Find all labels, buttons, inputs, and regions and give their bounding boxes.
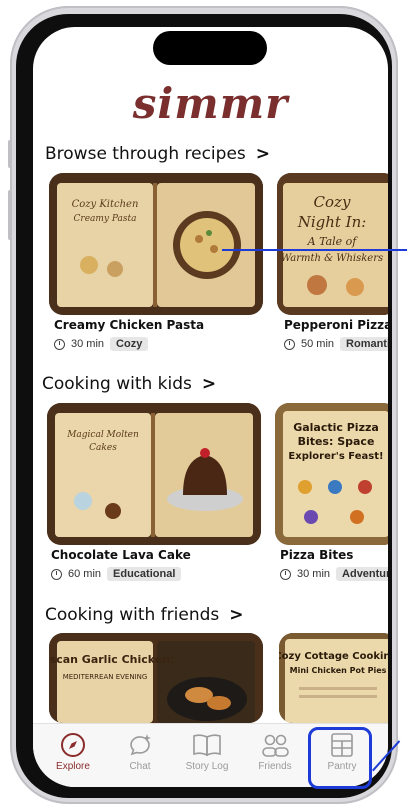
mood-tag: Adventure [336,567,388,581]
recipe-card-image[interactable]: Tuscan Garlic Chicken: MEDITERREAN EVENI… [49,633,263,723]
svg-text:Warmth & Whiskers: Warmth & Whiskers [281,253,383,264]
side-button [8,190,12,240]
mood-tag: Cozy [110,337,149,351]
nav-item-friends[interactable]: Friends [245,732,305,772]
recipe-card-name[interactable]: Chocolate Lava Cake [51,548,191,562]
cook-time: 60 min [68,568,102,580]
chevron-right-icon[interactable]: > [229,605,243,625]
nav-label: Friends [258,761,292,772]
recipe-card-image[interactable]: Cozy Cottage Cooking: Mini Chicken Pot P… [279,633,388,723]
svg-text:Cakes: Cakes [89,443,117,453]
section-title-text: Cooking with friends [45,605,220,625]
recipe-book-illustration: Cozy Cottage Cooking: Mini Chicken Pot P… [279,633,388,723]
nav-label: Explore [56,761,90,772]
recipe-card-name[interactable]: Pizza Bites [280,548,353,562]
app-screen: simmr Browse through recipes > Cozy Kitch… [33,27,388,787]
nav-item-explore[interactable]: Explore [43,732,103,772]
nav-item-chat[interactable]: Chat [110,732,170,772]
recipe-card-meta: 60 min Educational [51,567,182,581]
recipe-card-name[interactable]: Pepperoni Pizza [284,318,388,332]
recipe-book-illustration: Tuscan Garlic Chicken: MEDITERREAN EVENI… [49,633,263,723]
svg-text:Night In:: Night In: [297,213,367,231]
dynamic-island [153,31,267,65]
section-title-friends[interactable]: Cooking with friends > [45,605,244,625]
recipe-card-image[interactable]: Cozy Kitchen Creamy Pasta [49,173,263,315]
annotation-line [222,249,407,251]
nav-label: Story Log [185,761,229,772]
book-icon [193,734,221,757]
compass-icon [61,733,85,757]
svg-text:Bites: Space: Bites: Space [298,435,375,448]
cook-time: 30 min [297,568,331,580]
section-title-text: Cooking with kids [42,374,192,394]
recipe-book-illustration: Magical Molten Cakes [47,403,261,545]
recipe-book-illustration: Cozy Kitchen Creamy Pasta [49,173,263,315]
clock-icon [280,568,291,580]
svg-text:Magical Molten: Magical Molten [66,430,139,440]
app-logo: simmr [132,79,289,128]
cook-time: 50 min [301,338,335,350]
cover-subtext: Mini Chicken Pot Pies [290,666,387,675]
recipe-card-meta: 30 min Cozy [54,337,149,351]
mood-tag: Educational [107,567,182,581]
recipe-book-illustration: Cozy Night In: A Tale of Warmth & Whiske… [277,173,388,315]
section-title-text: Browse through recipes [45,144,246,164]
svg-text:Galactic Pizza: Galactic Pizza [293,421,379,434]
cover-subtext: MEDITERREAN EVENING [63,673,148,681]
recipe-card-meta: 50 min Romantic [284,337,388,351]
recipe-card-image[interactable]: Galactic Pizza Bites: Space Explorer's F… [275,403,388,545]
svg-text:A Tale of: A Tale of [307,235,359,248]
cover-text: Tuscan Garlic Chicken: [49,653,174,666]
svg-text:Creamy Pasta: Creamy Pasta [74,214,137,224]
side-button [8,140,12,168]
clock-icon [54,338,65,350]
recipe-card-image[interactable]: Magical Molten Cakes [47,403,261,545]
cover-text: Cozy Cottage Cooking: [279,651,388,662]
cook-time: 30 min [71,338,105,350]
cover-text: Cozy Kitchen [72,199,139,210]
section-title-kids[interactable]: Cooking with kids > [42,374,216,394]
recipe-book-illustration: Galactic Pizza Bites: Space Explorer's F… [275,403,388,545]
chat-sparkle-icon [130,734,151,756]
clock-icon [284,338,295,350]
section-title-browse[interactable]: Browse through recipes > [45,144,270,164]
mood-tag: Romantic [340,337,388,351]
friends-icon [262,734,289,757]
svg-text:Cozy: Cozy [314,193,351,211]
clock-icon [51,568,62,580]
chevron-right-icon[interactable]: > [256,144,270,164]
recipe-card-meta: 30 min Adventure [280,567,388,581]
chevron-right-icon[interactable]: > [202,374,216,394]
recipe-card-name[interactable]: Creamy Chicken Pasta [54,318,204,332]
recipe-card-image[interactable]: Cozy Night In: A Tale of Warmth & Whiske… [277,173,388,315]
svg-text:Explorer's Feast!: Explorer's Feast! [288,451,383,462]
annotation-highlight-box [308,727,372,789]
nav-label: Chat [129,761,151,772]
nav-item-story-log[interactable]: Story Log [177,732,237,772]
